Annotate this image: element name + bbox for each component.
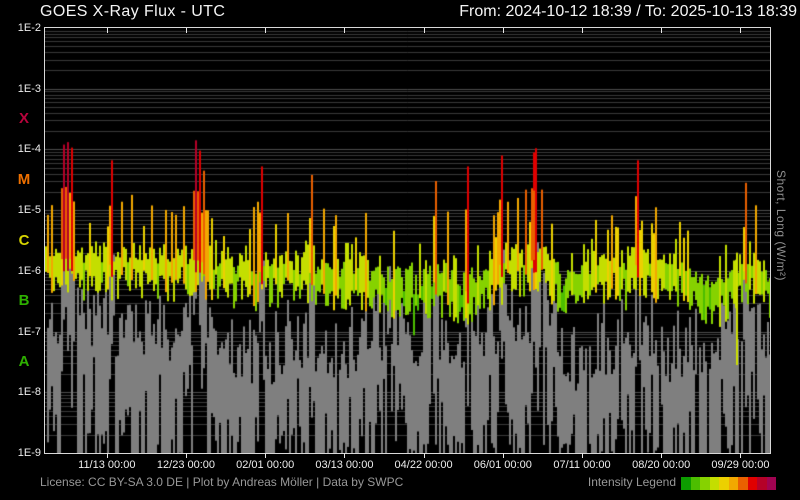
flux-class-letter-a: A	[13, 353, 35, 371]
x-tick-label: 06/01 00:00	[460, 459, 546, 471]
y-tick-label: 1E-7	[0, 326, 41, 338]
x-tick-label: 12/23 00:00	[143, 459, 229, 471]
tick-mark-top	[661, 28, 662, 33]
y-tick-label: 1E-3	[0, 83, 41, 95]
y-tick-label: 1E-9	[0, 447, 41, 459]
legend-color-swatch	[729, 477, 739, 490]
flux-class-letter-b: B	[13, 292, 35, 310]
tick-mark-top	[186, 28, 187, 33]
intensity-legend-gradient	[681, 477, 776, 490]
x-tick-label: 03/13 00:00	[301, 459, 387, 471]
x-tick-label: 08/20 00:00	[618, 459, 704, 471]
legend-color-swatch	[767, 477, 777, 490]
date-range-label: From: 2024-10-12 18:39 / To: 2025-10-13 …	[459, 3, 797, 21]
tick-mark-top	[424, 28, 425, 33]
x-tick-label: 02/01 00:00	[222, 459, 308, 471]
legend-color-swatch	[710, 477, 720, 490]
tick-mark-bottom	[740, 453, 741, 458]
flux-class-letter-m: M	[13, 171, 35, 189]
tick-mark-top	[107, 28, 108, 33]
tick-mark-bottom	[265, 453, 266, 458]
x-tick-label: 11/13 00:00	[64, 459, 150, 471]
tick-mark-bottom	[107, 453, 108, 458]
tick-mark-top	[582, 28, 583, 33]
y-tick-label: 1E-5	[0, 204, 41, 216]
goes-xray-flux-page: GOES X-Ray Flux - UTC From: 2024-10-12 1…	[0, 0, 800, 500]
legend-color-swatch	[681, 477, 691, 490]
tick-mark-top	[265, 28, 266, 33]
y-tick-label: 1E-4	[0, 143, 41, 155]
tick-mark-bottom	[344, 453, 345, 458]
y-tick-label: 1E-8	[0, 386, 41, 398]
y-tick-label: 1E-6	[0, 265, 41, 277]
tick-mark-bottom	[503, 453, 504, 458]
tick-mark-top	[503, 28, 504, 33]
right-axis-label: Short, Long (W/m²)	[774, 170, 788, 345]
tick-mark-bottom	[661, 453, 662, 458]
legend-color-swatch	[700, 477, 710, 490]
y-tick-label: 1E-2	[0, 22, 41, 34]
x-tick-label: 09/29 00:00	[697, 459, 783, 471]
legend-color-swatch	[748, 477, 758, 490]
page-title: GOES X-Ray Flux - UTC	[40, 3, 225, 21]
legend-color-swatch	[757, 477, 767, 490]
tick-mark-bottom	[582, 453, 583, 458]
flux-class-letter-c: C	[13, 232, 35, 250]
license-text: License: CC BY-SA 3.0 DE | Plot by Andre…	[40, 475, 403, 489]
tick-mark-top	[740, 28, 741, 33]
legend-color-swatch	[719, 477, 729, 490]
x-tick-label: 07/11 00:00	[539, 459, 625, 471]
tick-mark-bottom	[424, 453, 425, 458]
tick-mark-bottom	[186, 453, 187, 458]
legend-color-swatch	[738, 477, 748, 490]
flux-class-letter-x: X	[13, 110, 35, 128]
flux-plot-canvas	[45, 28, 770, 453]
tick-mark-top	[344, 28, 345, 33]
x-tick-label: 04/22 00:00	[381, 459, 467, 471]
intensity-legend-label: Intensity Legend	[588, 475, 676, 489]
legend-color-swatch	[691, 477, 701, 490]
